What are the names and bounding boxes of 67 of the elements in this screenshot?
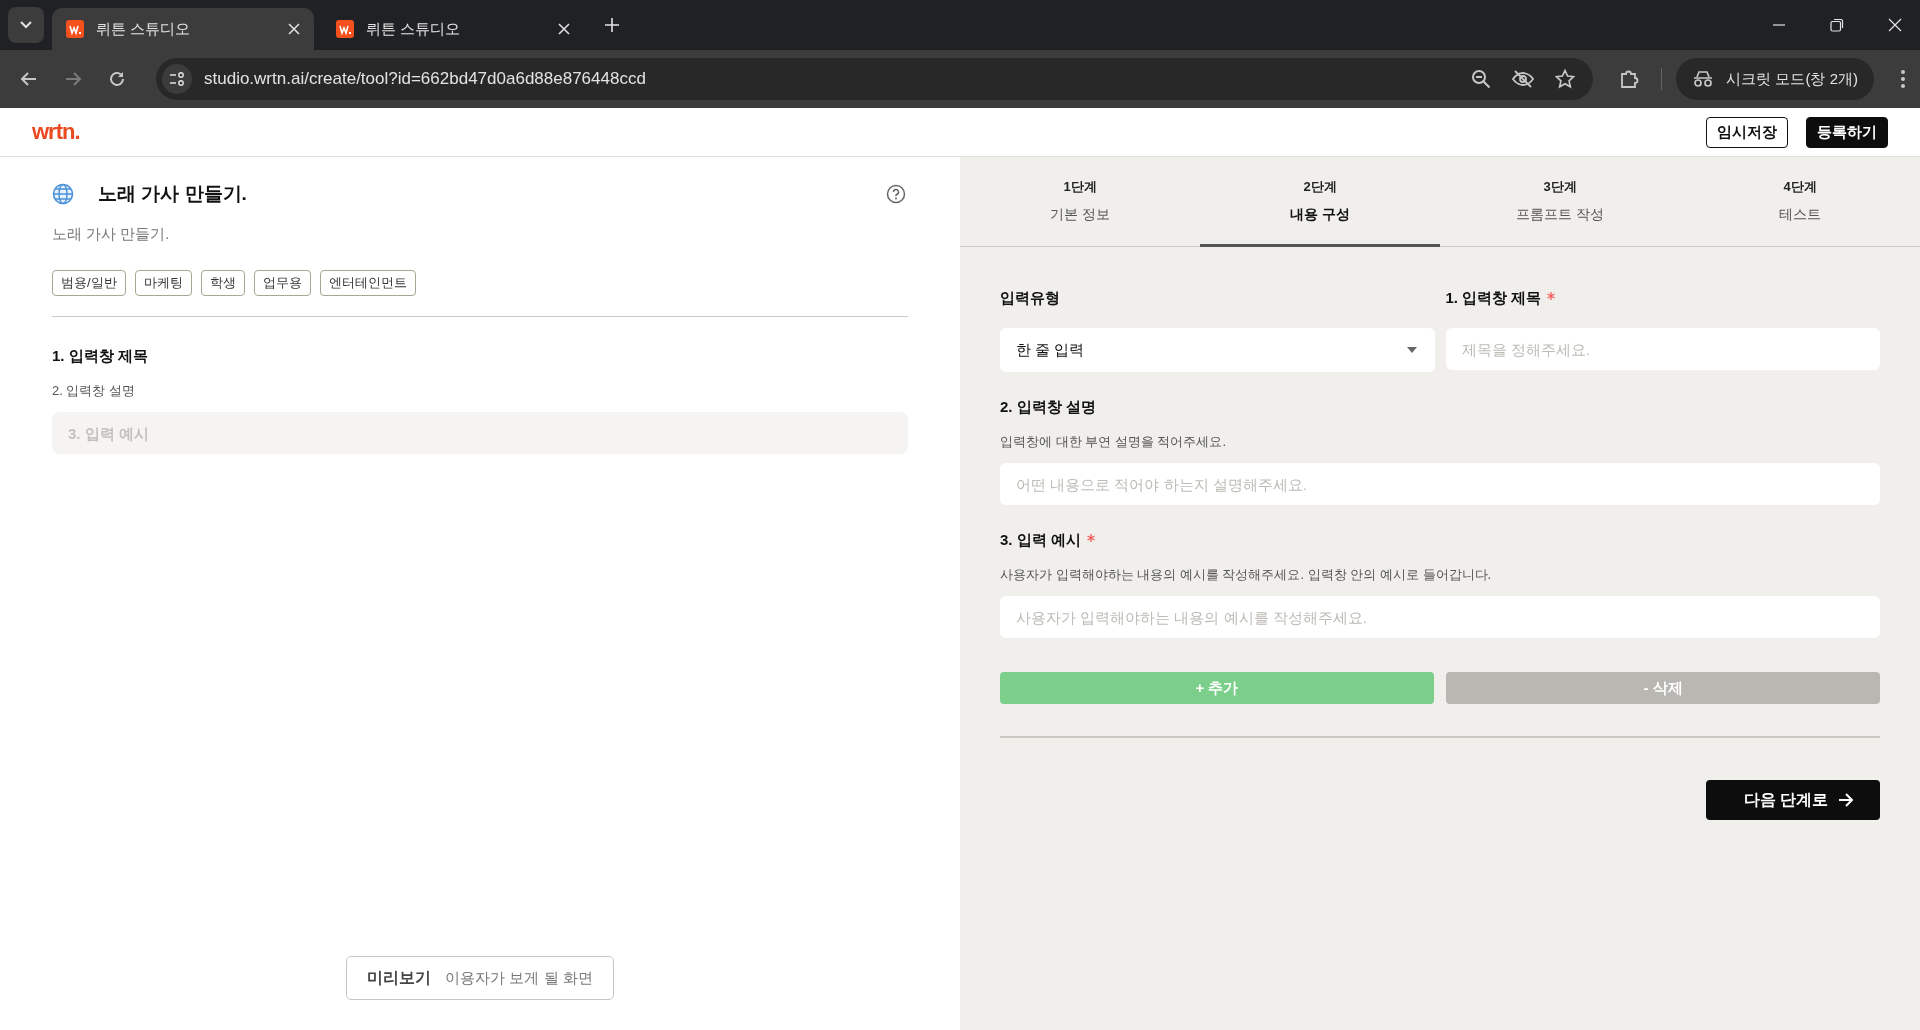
tab-title: 뤼튼 스튜디오	[366, 19, 462, 39]
url-text: studio.wrtn.ai/create/tool?id=662bd47d0a6d88e876448ccd	[204, 69, 647, 89]
tab-list-icon[interactable]	[8, 7, 44, 43]
field-label: 입력유형	[1000, 289, 1060, 308]
preview-field-description: 2. 입력창 설명	[52, 382, 137, 400]
tool-title: 노래 가사 만들기.	[98, 182, 248, 206]
step-label: 프롬프트 작성	[1516, 205, 1604, 224]
site-settings-icon[interactable]	[162, 64, 192, 94]
step-label: 테스트	[1779, 205, 1821, 224]
preview-caption: 이용자가 보게 될 화면	[445, 968, 593, 988]
step-number: 2단계	[1303, 177, 1337, 196]
category-tag: 마케팅	[134, 270, 192, 296]
globe-icon	[52, 183, 74, 205]
back-icon[interactable]	[20, 70, 38, 88]
step-number: 3단계	[1543, 177, 1577, 196]
profile-label: 시크릿 모드(창 2개)	[1726, 69, 1858, 89]
preview-button[interactable]: 미리보기 이용자가 보게 될 화면	[346, 956, 614, 1000]
favicon-icon	[336, 20, 354, 38]
field-help-text: 사용자가 입력해야하는 내용의 예시를 작성해주세요. 입력창 안의 예시로 들어갑니다.	[1000, 566, 1493, 584]
forward-icon[interactable]	[64, 70, 82, 88]
header-button[interactable]: 등록하기	[1806, 116, 1888, 148]
step-tab[interactable]: 1단계 기본 정보	[960, 157, 1200, 247]
category-tag: 업무용	[253, 270, 311, 296]
step-tab[interactable]: 2단계 내용 구성	[1200, 157, 1440, 247]
more-icon[interactable]	[1900, 69, 1906, 89]
step-tab[interactable]: 3단계 프롬프트 작성	[1440, 157, 1680, 247]
incognito-icon	[1692, 70, 1715, 88]
description-input-field[interactable]: 어떤 내용으로 적어야 하는지 설명해주세요.	[1000, 463, 1880, 505]
step-tab[interactable]: 4단계 테스트	[1680, 157, 1920, 247]
restore-icon[interactable]	[1830, 18, 1844, 32]
category-tag: 범용/일반	[52, 270, 126, 296]
preview-field-title: 1. 입력창 제목	[52, 347, 149, 366]
logo[interactable]: wrtn.	[32, 119, 80, 145]
dropdown-caret-icon	[1406, 347, 1417, 353]
tab-title: 뤼튼 스튜디오	[96, 19, 192, 39]
zoom-out-icon[interactable]	[1471, 69, 1492, 89]
field-help-text: 입력창에 대한 부연 설명을 적어주세요.	[1000, 433, 1228, 451]
step-label: 내용 구성	[1290, 205, 1350, 224]
example-input-field[interactable]: 사용자가 입력해야하는 내용의 예시를 작성해주세요.	[1000, 596, 1880, 638]
close-icon[interactable]	[558, 23, 570, 35]
next-step-button[interactable]: 다음 단계로	[1705, 780, 1880, 820]
favicon-icon	[66, 20, 84, 38]
reload-icon[interactable]	[108, 70, 126, 88]
eye-slash-icon[interactable]	[1511, 69, 1536, 89]
field-label: 1. 입력창 제목	[1445, 289, 1542, 308]
new-tab-icon[interactable]	[604, 17, 620, 33]
browser-tab[interactable]: 뤼튼 스튜디오	[52, 8, 314, 50]
star-icon[interactable]	[1555, 69, 1576, 89]
step-label: 기본 정보	[1050, 205, 1110, 224]
address-bar[interactable]: studio.wrtn.ai/create/tool?id=662bd47d0a6d88e876448ccd	[156, 58, 1594, 100]
preview-label: 미리보기	[367, 967, 432, 988]
header-button[interactable]: 임시저장	[1706, 116, 1788, 148]
step-number: 1단계	[1063, 177, 1097, 196]
arrow-right-icon	[1838, 793, 1854, 807]
field-label: 2. 입력창 설명	[1000, 398, 1096, 417]
incognito-button[interactable]: 시크릿 모드(창 2개)	[1676, 58, 1874, 100]
close-icon[interactable]	[1888, 18, 1902, 32]
category-tag: 엔터테인먼트	[319, 270, 416, 296]
title-input-field[interactable]: 제목을 정해주세요.	[1445, 328, 1880, 370]
step-number: 4단계	[1783, 177, 1817, 196]
browser-tab[interactable]: 뤼튼 스튜디오	[322, 8, 584, 50]
help-icon[interactable]	[886, 184, 906, 204]
input-type-dropdown[interactable]: 한 줄 입력	[1000, 328, 1435, 372]
close-icon[interactable]	[288, 23, 300, 35]
tool-description: 노래 가사 만들기.	[52, 225, 171, 244]
field-label: 3. 입력 예시	[1000, 531, 1081, 550]
category-tag: 학생	[200, 270, 245, 296]
